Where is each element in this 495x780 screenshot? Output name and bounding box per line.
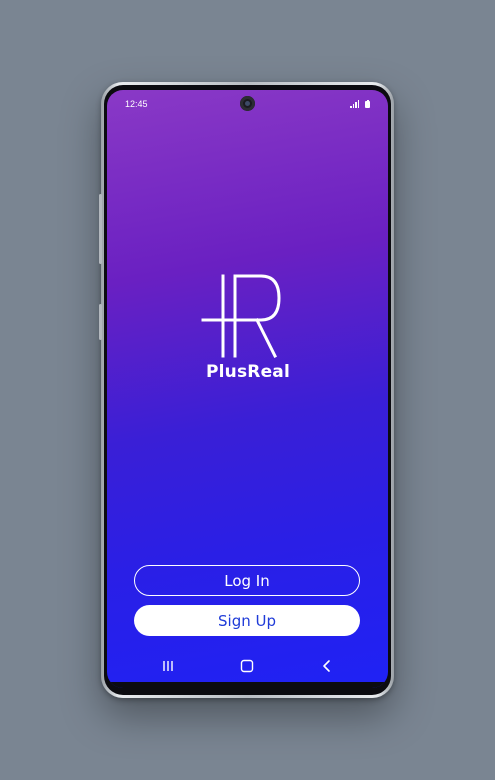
- screen-bottom-edge: [107, 682, 388, 688]
- power-button: [99, 304, 102, 340]
- brand-name: PlusReal: [205, 362, 291, 382]
- status-time: 12:45: [125, 99, 148, 109]
- signal-icon: [350, 100, 359, 108]
- battery-icon: [365, 99, 370, 108]
- brand-logo: PlusReal: [201, 268, 295, 382]
- phone-device: 12:45 PlusReal Log In Sign Up: [99, 82, 394, 698]
- volume-button: [99, 194, 102, 264]
- recent-apps-icon[interactable]: [158, 658, 178, 674]
- app-screen: 12:45 PlusReal Log In Sign Up: [107, 90, 388, 688]
- login-button[interactable]: Log In: [134, 565, 360, 596]
- navigation-bar: [107, 650, 388, 682]
- status-bar: 12:45: [107, 90, 388, 116]
- back-icon[interactable]: [317, 658, 337, 674]
- home-icon[interactable]: [237, 658, 257, 674]
- plus-r-logo-icon: [201, 274, 281, 358]
- signup-button[interactable]: Sign Up: [134, 605, 360, 636]
- status-icons: [350, 99, 370, 108]
- front-camera: [240, 96, 255, 111]
